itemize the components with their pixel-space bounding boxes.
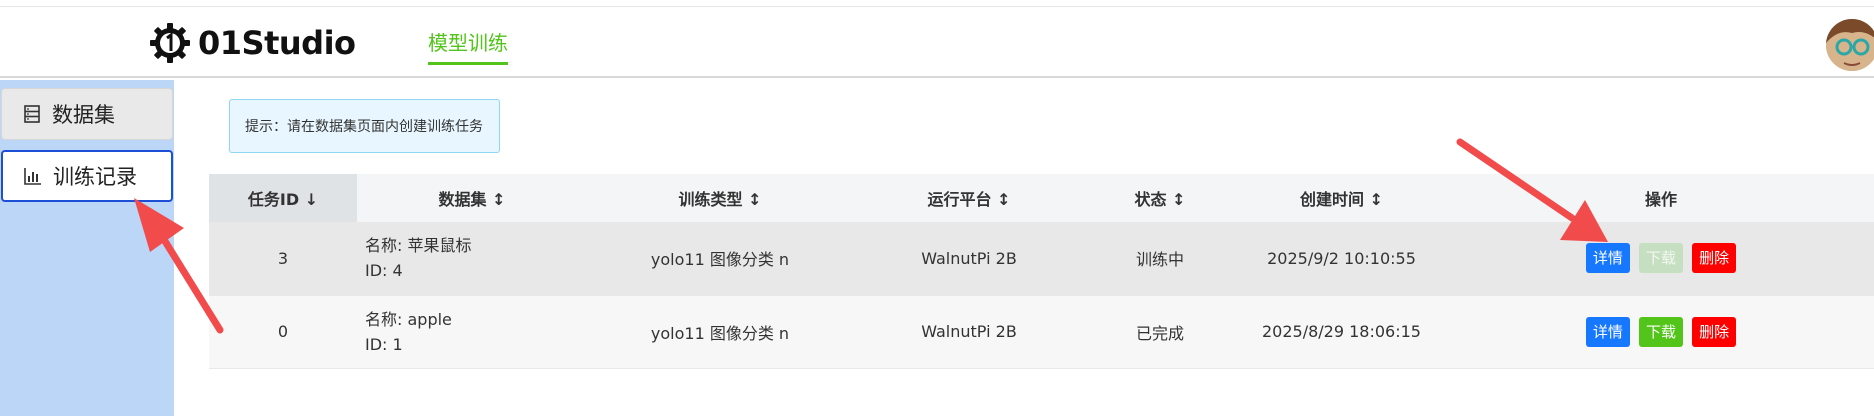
cell-task-id: 0 [209,295,357,369]
dataset-id: ID: 4 [365,261,403,281]
col-status[interactable]: 状态 ↕ [1085,174,1235,222]
table-row: 3 名称: 苹果鼠标 ID: 4 yolo11 图像分类 n WalnutPi … [209,222,1874,296]
col-train-type[interactable]: 训练类型 ↕ [587,174,853,222]
detail-button[interactable]: 详情 [1585,316,1630,347]
sidebar-item-label: 训练记录 [53,165,137,189]
training-table: 任务ID ↓ 数据集 ↕ 训练类型 ↕ 运行平台 ↕ 状态 ↕ 创建时间 ↕ 操… [209,174,1874,369]
dataset-name: 名称: apple [365,309,452,329]
logo-text: 01Studio [198,24,356,62]
cell-dataset: 名称: 苹果鼠标 ID: 4 [357,222,587,296]
detail-button[interactable]: 详情 [1585,243,1630,274]
gear-logo-icon [150,23,190,63]
sidebar-item-label: 数据集 [52,103,115,127]
dataset-id: ID: 1 [365,334,403,354]
sidebar: 数据集 训练记录 [0,80,174,416]
download-button-disabled: 下载 [1638,243,1683,274]
col-task-id[interactable]: 任务ID ↓ [209,174,357,222]
dataset-name: 名称: 苹果鼠标 [365,236,472,256]
cell-dataset: 名称: apple ID: 1 [357,295,587,369]
sidebar-item-datasets[interactable]: 数据集 [1,88,173,140]
status-badge: 训练中 [1085,222,1235,296]
cell-created: 2025/8/29 18:06:15 [1235,295,1448,369]
cell-platform: WalnutPi 2B [853,295,1085,369]
delete-button[interactable]: 删除 [1692,243,1737,274]
cell-actions: 详情 下载 删除 [1448,295,1874,369]
cell-actions: 详情 下载 删除 [1448,222,1874,296]
table-header-row: 任务ID ↓ 数据集 ↕ 训练类型 ↕ 运行平台 ↕ 状态 ↕ 创建时间 ↕ 操… [209,174,1874,222]
cell-train-type: yolo11 图像分类 n [587,222,853,296]
database-icon [22,104,42,124]
cell-task-id: 3 [209,222,357,296]
download-button[interactable]: 下载 [1638,316,1683,347]
top-header: 01Studio 模型训练 [0,6,1874,78]
cell-created: 2025/9/2 10:10:55 [1235,222,1448,296]
delete-button[interactable]: 删除 [1692,316,1737,347]
col-actions: 操作 [1448,174,1874,222]
col-platform[interactable]: 运行平台 ↕ [853,174,1085,222]
col-dataset[interactable]: 数据集 ↕ [357,174,587,222]
logo[interactable]: 01Studio [148,20,356,66]
user-avatar[interactable] [1826,19,1874,71]
col-created[interactable]: 创建时间 ↕ [1235,174,1448,222]
bar-chart-icon [23,166,43,186]
hint-box: 提示：请在数据集页面内创建训练任务 [229,99,500,153]
cell-train-type: yolo11 图像分类 n [587,295,853,369]
tab-model-training[interactable]: 模型训练 [428,27,508,65]
page: 01Studio 模型训练 数据集 训练记录 提示：请在数据集页面内创建训练任务… [0,0,1874,416]
table-row: 0 名称: apple ID: 1 yolo11 图像分类 n WalnutPi… [209,295,1874,369]
cell-platform: WalnutPi 2B [853,222,1085,296]
avatar-image-icon [1826,19,1874,71]
status-badge: 已完成 [1085,295,1235,369]
sidebar-item-training-records[interactable]: 训练记录 [1,150,173,202]
